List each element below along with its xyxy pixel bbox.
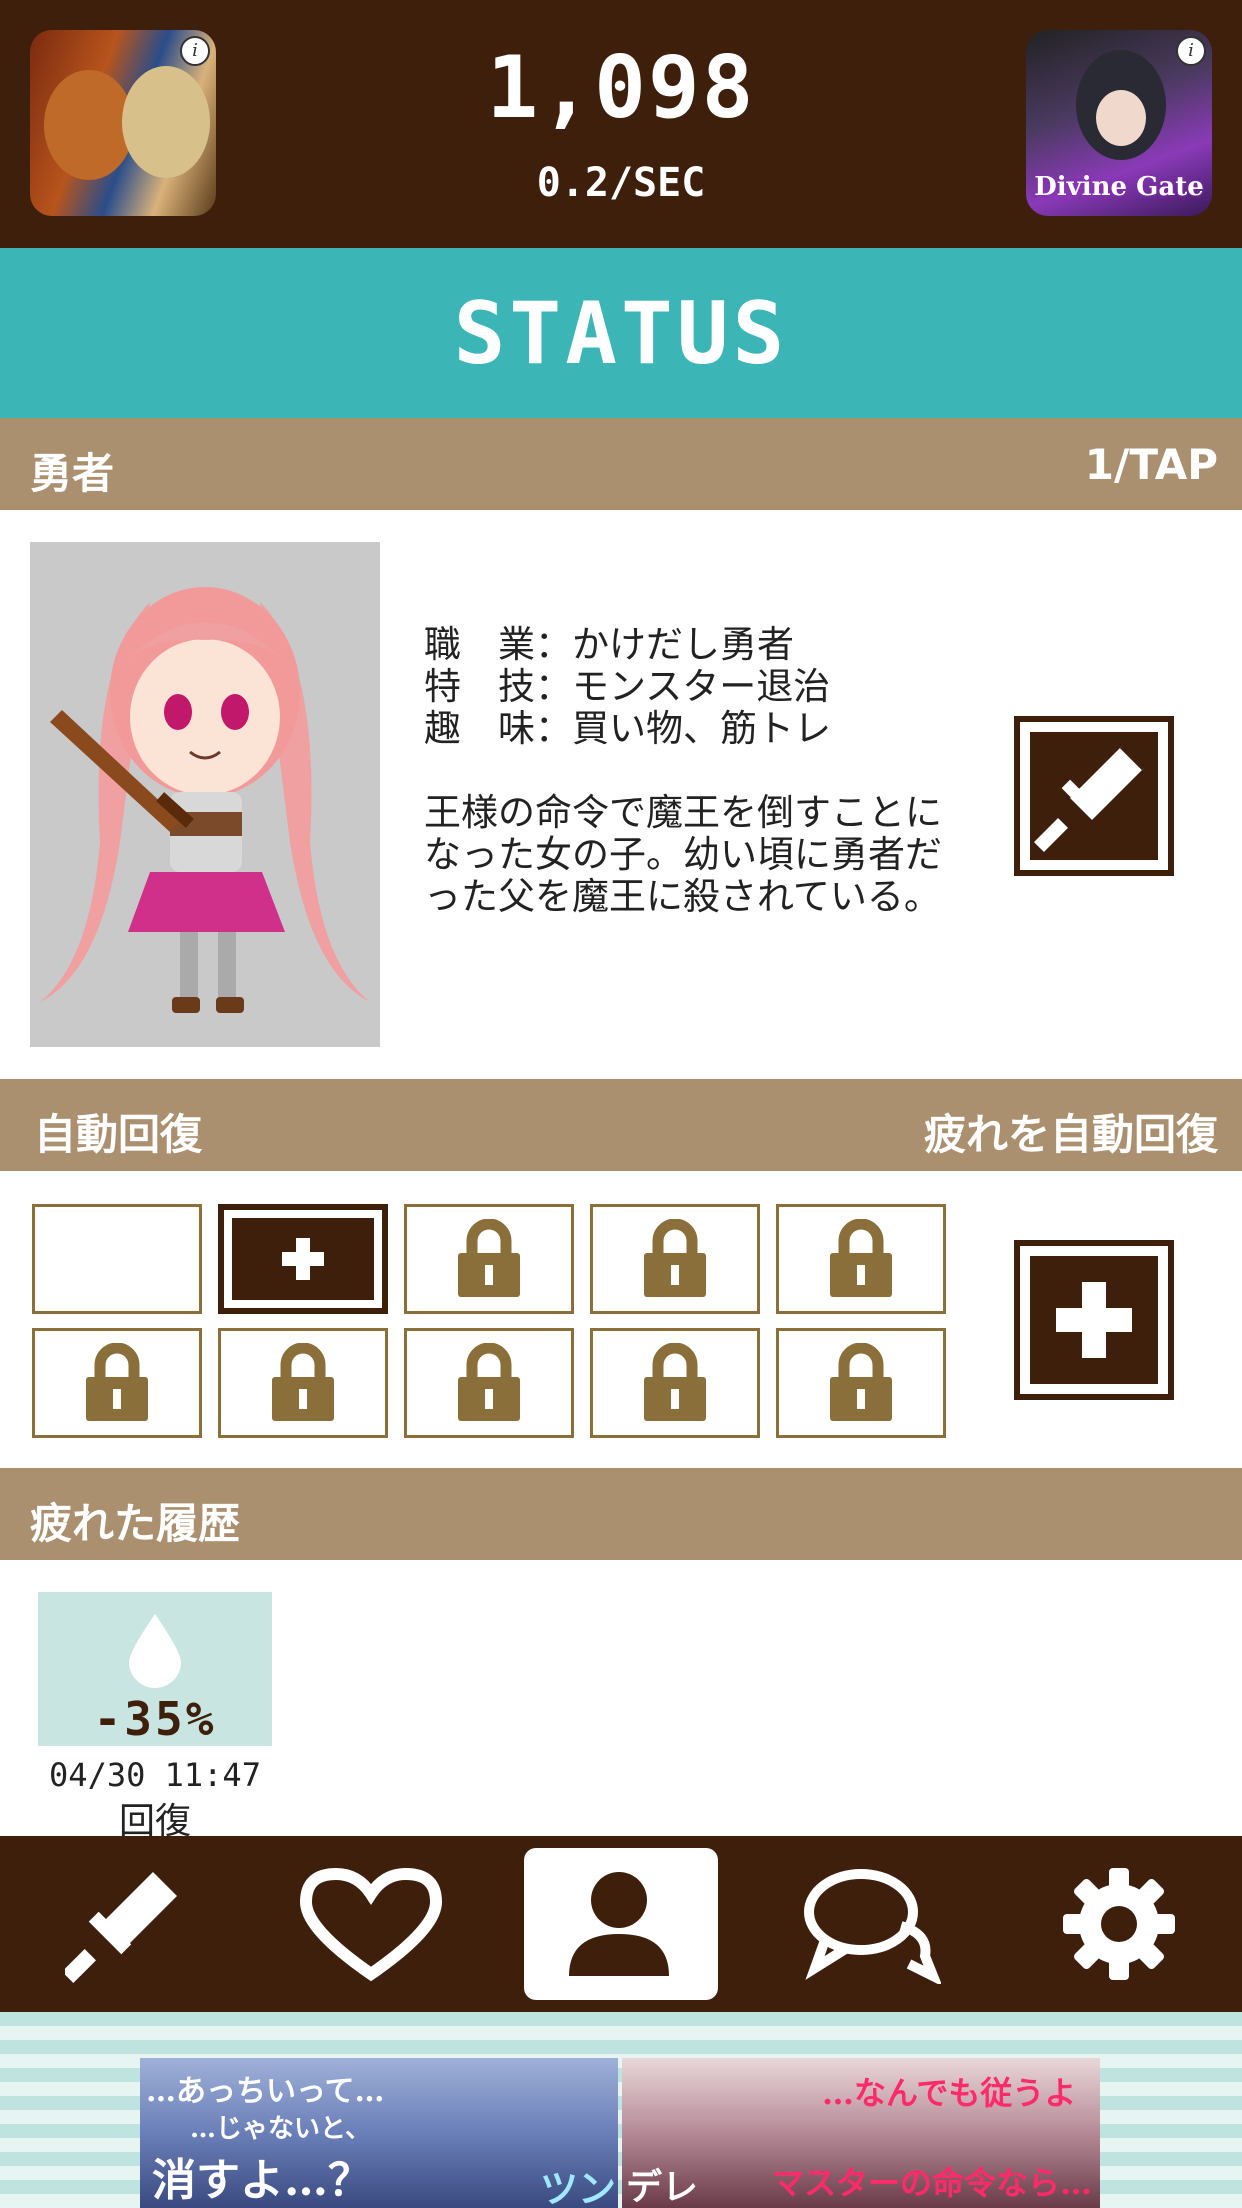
auto-recovery-header: 自動回復 疲れを自動回復 <box>0 1079 1242 1171</box>
plus-icon <box>1030 1256 1158 1384</box>
history-header: 疲れた履歴 <box>0 1468 1242 1560</box>
lock-icon <box>272 1343 334 1421</box>
recovery-slot-locked[interactable] <box>404 1204 574 1314</box>
lock-icon <box>644 1219 706 1297</box>
profile-value: 買い物、筋トレ <box>572 707 831 750</box>
sword-icon <box>1030 732 1158 860</box>
ad-line: …なんでも従うよ <box>822 2074 1077 2112</box>
currency-counter: 1,098 <box>486 38 756 138</box>
history-percent: -35% <box>93 1692 217 1746</box>
hero-description-block: 職 業：かけだし勇者 特 技：モンスター退治 趣 味：買い物、筋トレ 王様の命令… <box>424 623 942 918</box>
gear-icon <box>1063 1868 1175 1980</box>
auto-recovery-subtitle: 疲れを自動回復 <box>923 1110 1218 1159</box>
ad-banner-right[interactable]: …なんでも従うよ デレ マスターの命令なら… <box>622 2058 1100 2208</box>
recovery-slot-locked[interactable] <box>32 1328 202 1438</box>
info-icon[interactable]: i <box>1176 36 1206 66</box>
ad-tag: デレ <box>626 2166 699 2208</box>
info-icon[interactable]: i <box>180 36 210 66</box>
lock-icon <box>830 1343 892 1421</box>
currency-rate: 0.2/SEC <box>536 160 706 206</box>
heart-icon <box>299 1867 443 1982</box>
profile-key: 特 技 <box>424 665 535 708</box>
auto-recovery-title: 自動回復 <box>34 1110 203 1159</box>
promo-app-icon-left[interactable]: i <box>30 30 216 216</box>
tap-power: 1/TAP <box>1084 440 1218 489</box>
promo-app-title: Divine Gate <box>1034 172 1204 202</box>
ad-line: …あっちいって… <box>146 2074 385 2109</box>
chat-icon <box>804 1869 941 1984</box>
recovery-slot-locked[interactable] <box>776 1328 946 1438</box>
nav-tab-settings[interactable] <box>1024 1836 1214 2012</box>
hero-portrait <box>30 542 380 1047</box>
ad-line: 消すよ…？ <box>152 2155 372 2206</box>
lock-icon <box>86 1343 148 1421</box>
ad-tag: ツン <box>540 2166 617 2208</box>
plus-icon <box>282 1238 324 1280</box>
lock-icon <box>644 1343 706 1421</box>
hero-backstory: 王様の命令で魔王を倒すことになった女の子。幼い頃に勇者だった父を魔王に殺されてい… <box>424 791 942 918</box>
profile-key: 職 業 <box>424 623 535 666</box>
hero-section-title: 勇者 <box>30 449 115 498</box>
lock-icon <box>830 1219 892 1297</box>
profile-value: かけだし勇者 <box>572 623 794 666</box>
recovery-slot-locked[interactable] <box>590 1328 760 1438</box>
recovery-slot-locked[interactable] <box>404 1328 574 1438</box>
lock-icon <box>458 1219 520 1297</box>
nav-tab-battle[interactable] <box>30 1836 220 2012</box>
profile-value: モンスター退治 <box>572 665 831 708</box>
profile-key: 趣 味 <box>424 707 535 750</box>
slot-fill <box>232 1218 374 1300</box>
nav-tab-favorites[interactable] <box>276 1836 466 2012</box>
recovery-slot-locked[interactable] <box>776 1204 946 1314</box>
page-title: STATUS <box>453 284 789 384</box>
user-icon <box>569 1872 669 1976</box>
nav-tab-status[interactable] <box>524 1836 718 2012</box>
ad-banner-left[interactable]: …あっちいって… …じゃないと、 消すよ…？ ツン <box>140 2058 618 2208</box>
ad-line: マスターの命令なら… <box>772 2164 1093 2202</box>
history-timestamp: 04/30 11:47 <box>49 1756 261 1794</box>
recovery-slot-empty[interactable] <box>32 1204 202 1314</box>
nav-tab-chat[interactable] <box>776 1836 966 2012</box>
add-recovery-button[interactable] <box>1014 1240 1174 1400</box>
equip-weapon-button[interactable] <box>1014 716 1174 876</box>
lock-icon <box>458 1343 520 1421</box>
history-title: 疲れた履歴 <box>30 1499 241 1548</box>
recovery-slot-locked[interactable] <box>590 1204 760 1314</box>
hero-section-header: 勇者 1/TAP <box>0 418 1242 510</box>
sword-icon <box>65 1872 177 1983</box>
recovery-slot-locked[interactable] <box>218 1328 388 1438</box>
ad-line: …じゃないと、 <box>190 2114 371 2144</box>
promo-app-icon-right[interactable]: Divine Gate i <box>1026 30 1212 216</box>
recovery-slot-add[interactable] <box>218 1204 388 1314</box>
droplet-icon <box>129 1614 181 1688</box>
hero-illustration <box>40 587 370 1013</box>
